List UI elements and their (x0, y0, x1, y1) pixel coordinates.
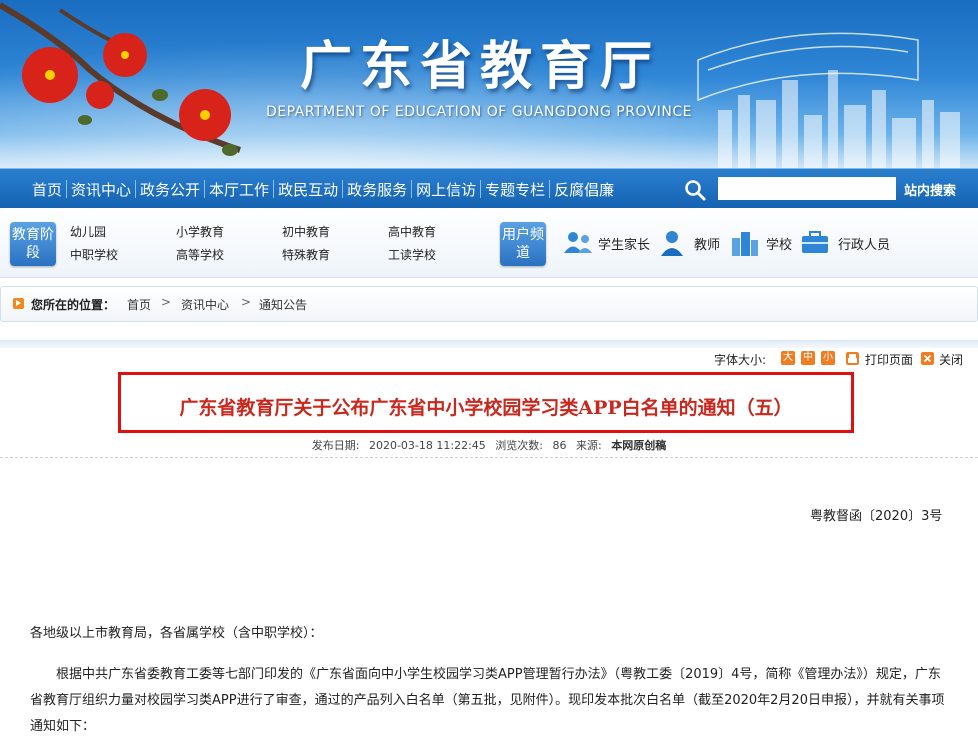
headline-highlight-box: 广东省教育厅关于公布广东省中小学校园学习类APP白名单的通知（五） (118, 372, 854, 433)
nav-item-open-affairs[interactable]: 政务公开 (136, 179, 204, 200)
print-page-link[interactable]: 打印页面 (865, 351, 913, 368)
nav-items: 首页 资讯中心 政务公开 本厅工作 政民互动 政务服务 网上信访 专题专栏 反腐… (28, 169, 618, 209)
stage-link-reform-school[interactable]: 工读学校 (388, 246, 436, 263)
site-banner: 广东省教育厅 DEPARTMENT OF EDUCATION OF GUANGD… (0, 0, 978, 168)
nav-item-interaction[interactable]: 政民互动 (274, 179, 342, 200)
briefcase-icon[interactable] (800, 230, 830, 254)
font-size-small-button[interactable]: 小 (821, 351, 835, 365)
source-value: 本网原创稿 (611, 439, 667, 452)
kapok-flower-graphic (0, 2, 241, 156)
user-link-school[interactable]: 学校 (766, 234, 792, 253)
breadcrumb-label: 您所在的位置： (31, 298, 116, 312)
nav-item-petition[interactable]: 网上信访 (412, 179, 480, 200)
article-meta: 发布日期: 2020-03-18 11:22:45 浏览次数: 86 来源: 本… (0, 437, 978, 453)
breadcrumb: 您所在的位置： 首页 > 资讯中心 > 通知公告 (0, 286, 978, 322)
search-input[interactable] (718, 177, 896, 200)
print-icon[interactable] (846, 352, 859, 365)
breadcrumb-separator: > (241, 295, 252, 309)
stage-link-special[interactable]: 特殊教育 (282, 246, 330, 263)
search-icon[interactable] (683, 178, 707, 202)
nav-item-topics[interactable]: 专题专栏 (481, 179, 549, 200)
font-size-large-button[interactable]: 大 (781, 351, 795, 365)
nav-item-news[interactable]: 资讯中心 (67, 179, 135, 200)
close-icon[interactable] (921, 352, 934, 365)
nav-item-anticorruption[interactable]: 反腐倡廉 (550, 179, 618, 200)
article-title: 广东省教育厅关于公布广东省中小学校园学习类APP白名单的通知（五） (179, 397, 793, 419)
meta-divider (0, 457, 978, 458)
article-tools: 字体大小: 大 中 小 打印页面 关闭 (0, 349, 978, 369)
site-title: 广东省教育厅 (300, 37, 661, 97)
parents-icon[interactable] (562, 230, 594, 254)
user-badge-label: 用户频道 (502, 227, 544, 261)
view-count: 86 (552, 439, 567, 452)
user-link-admin[interactable]: 行政人员 (838, 234, 890, 253)
stage-link-higher[interactable]: 高等学校 (176, 246, 224, 263)
salutation: 各地级以上市教育局，各省属学校（含中职学校）： (30, 626, 323, 641)
user-badge: 用户频道 (500, 222, 546, 266)
nav-item-home[interactable]: 首页 (28, 179, 66, 200)
location-marker-icon (13, 298, 24, 309)
stage-badge: 教育阶段 (10, 222, 56, 266)
site-subtitle: DEPARTMENT OF EDUCATION OF GUANGDONG PRO… (266, 104, 693, 120)
stage-badge-label: 教育阶段 (12, 227, 54, 261)
search-button[interactable]: 站内搜索 (904, 180, 956, 199)
font-size-medium-button[interactable]: 中 (801, 351, 815, 365)
user-link-parents[interactable]: 学生家长 (598, 234, 650, 253)
user-link-teacher[interactable]: 教师 (694, 234, 720, 253)
close-link[interactable]: 关闭 (939, 351, 963, 368)
publish-date: 2020-03-18 11:22:45 (368, 439, 486, 452)
nav-item-dept-work[interactable]: 本厅工作 (205, 179, 273, 200)
teacher-icon[interactable] (658, 228, 686, 256)
document-number: 粤教督函〔2020〕3号 (810, 509, 943, 524)
main-nav: 首页 资讯中心 政务公开 本厅工作 政民互动 政务服务 网上信访 专题专栏 反腐… (0, 168, 978, 208)
stage-link-senior[interactable]: 高中教育 (388, 223, 436, 240)
views-label: 浏览次数: (495, 439, 544, 452)
stage-link-vocational[interactable]: 中职学校 (70, 246, 118, 263)
channel-bar: 教育阶段 幼儿园 中职学校 小学教育 高等学校 初中教育 特殊教育 高中教育 工… (0, 208, 978, 278)
section-divider (0, 340, 978, 348)
date-label: 发布日期: (311, 439, 360, 452)
breadcrumb-notices[interactable]: 通知公告 (259, 296, 307, 313)
stage-link-junior[interactable]: 初中教育 (282, 223, 330, 240)
city-skyline-graphic (697, 32, 960, 168)
school-icon[interactable] (730, 228, 760, 256)
nav-item-services[interactable]: 政务服务 (343, 179, 411, 200)
body-paragraph: 根据中共广东省委教育工委等七部门印发的《广东省面向中小学生校园学习类APP管理暂… (30, 667, 945, 734)
breadcrumb-separator: > (161, 295, 172, 309)
font-size-label: 字体大小: (714, 353, 767, 367)
breadcrumb-home[interactable]: 首页 (127, 296, 151, 313)
source-label: 来源: (576, 439, 602, 452)
stage-link-primary[interactable]: 小学教育 (176, 223, 224, 240)
breadcrumb-news[interactable]: 资讯中心 (181, 296, 229, 313)
stage-link-kindergarten[interactable]: 幼儿园 (70, 223, 106, 240)
